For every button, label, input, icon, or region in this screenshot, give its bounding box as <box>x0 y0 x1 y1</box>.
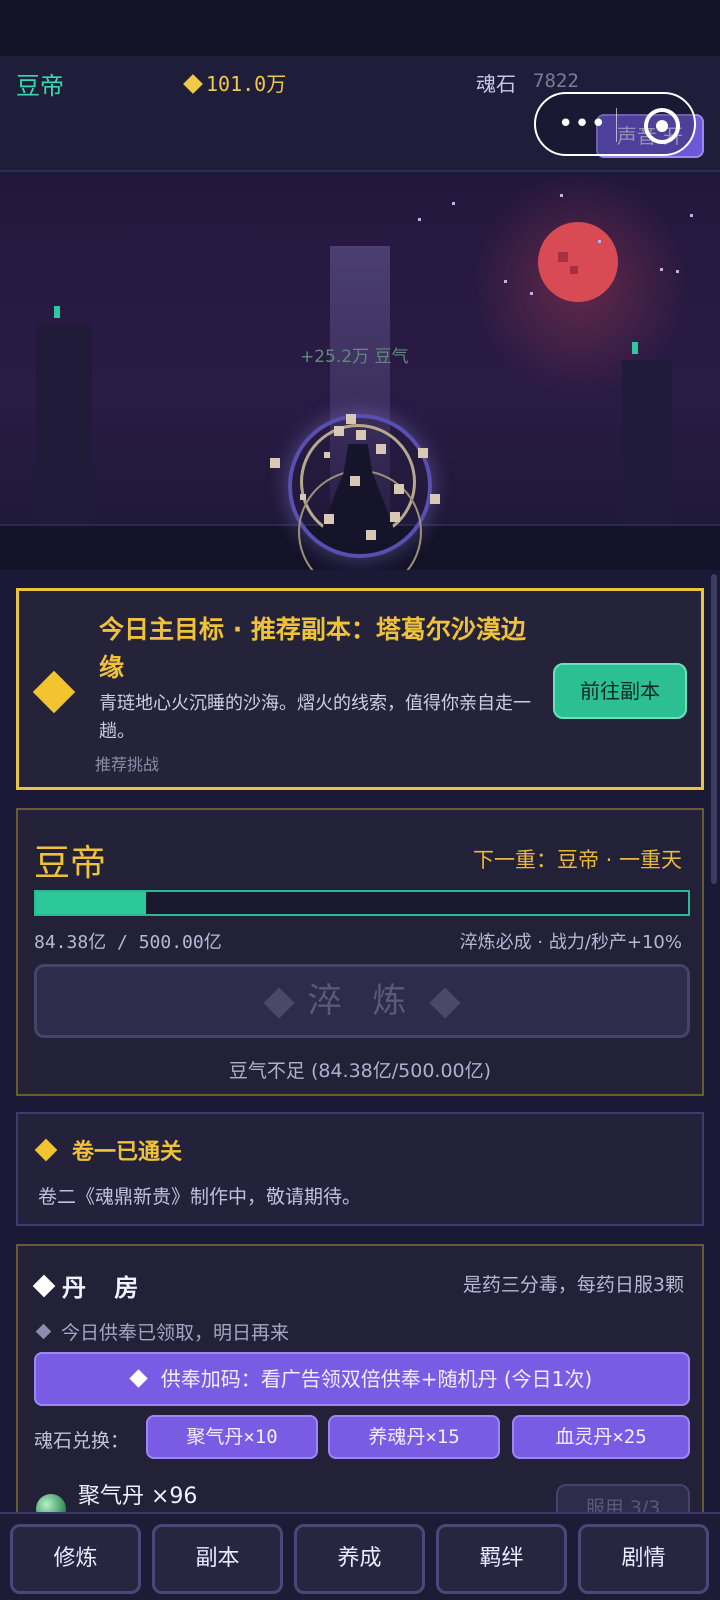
cultivator-avatar[interactable] <box>270 394 450 570</box>
quest-hint: 推荐挑战 <box>95 755 160 774</box>
realm-card: 豆帝 下一重：豆帝 · 一重天 84.38亿 / 500.00亿 淬炼必成 · … <box>16 808 704 1096</box>
soul-stone-value: 7822 <box>533 70 579 92</box>
realm-name: 豆帝 <box>34 843 107 884</box>
status-bar <box>0 0 720 56</box>
volume-title: 卷一已通关 <box>72 1140 183 1165</box>
quest-description: 青琏地心火沉睡的沙海。熠火的线索，值得你亲自走一趟。 <box>99 693 531 742</box>
nav-dungeon[interactable]: 副本 <box>152 1524 283 1594</box>
alchemy-title: 丹 房 <box>32 1268 149 1303</box>
nav-develop[interactable]: 养成 <box>294 1524 425 1594</box>
left-tower <box>36 306 92 524</box>
realm-progress-bar <box>34 890 690 916</box>
beans-value: 101.0万 <box>206 72 287 96</box>
soul-stone-label: 魂石 <box>476 72 516 96</box>
volume-description: 卷二《魂鼎新贵》制作中，敬请期待。 <box>38 1186 362 1208</box>
pill-name: 聚气丹 ×96 <box>78 1484 198 1509</box>
offering-status-text: 今日供奉已领取，明日再来 <box>61 1322 290 1344</box>
refine-button[interactable]: 淬 炼 <box>34 964 690 1038</box>
refine-right-diamond-icon <box>429 986 461 1019</box>
realm-progress-fill <box>36 892 147 914</box>
alchemy-room-card: 丹 房 是药三分毒，每药日服3颗 今日供奉已领取，明日再来 供奉加码：看广告领双… <box>16 1244 704 1532</box>
exchange-label: 魂石兑换： <box>34 1430 130 1452</box>
volume-cleared-card: 卷一已通关 卷二《魂鼎新贵》制作中，敬请期待。 <box>16 1112 704 1226</box>
quest-title: 今日主目标 · 推荐副本：塔葛尔沙漠边缘 <box>99 615 526 682</box>
quest-diamond-icon <box>32 670 76 714</box>
realm-bonus-text: 淬炼必成 · 战力/秒产+10% <box>459 932 682 953</box>
more-icon[interactable]: ••• <box>558 111 607 137</box>
offering-status: 今日供奉已领取，明日再来 <box>35 1318 290 1345</box>
beans-counter: 101.0万 <box>183 68 287 97</box>
mini-program-capsule[interactable]: ••• <box>534 92 696 156</box>
alchemy-diamond-icon <box>32 1274 56 1298</box>
status-diamond-icon <box>35 1323 52 1340</box>
ad-bonus-button[interactable]: 供奉加码：看广告领双倍供奉+随机丹 (今日1次) <box>34 1352 690 1406</box>
close-target-icon[interactable] <box>644 108 680 144</box>
capsule-divider <box>616 108 617 142</box>
insufficient-text: 豆气不足 (84.38亿/500.00亿) <box>228 1060 492 1082</box>
gain-text: +25.2万 豆气 <box>300 347 409 367</box>
ad-diamond-icon <box>129 1369 148 1388</box>
volume-diamond-icon <box>34 1138 58 1162</box>
scrollbar[interactable] <box>711 574 717 884</box>
refine-left-diamond-icon <box>263 986 295 1019</box>
go-dungeon-button[interactable]: 前往副本 <box>553 663 687 719</box>
player-name: 豆帝 <box>16 72 64 100</box>
nav-bond[interactable]: 羁绊 <box>436 1524 567 1594</box>
alchemy-tip: 是药三分毒，每药日服3颗 <box>462 1274 684 1296</box>
bottom-nav: 修炼 副本 养成 羁绊 剧情 <box>0 1512 720 1600</box>
exchange-button-xueling[interactable]: 血灵丹×25 <box>512 1415 690 1459</box>
refine-button-label: 淬 炼 <box>307 981 417 1021</box>
right-tower <box>622 342 672 530</box>
exchange-button-juqi[interactable]: 聚气丹×10 <box>146 1415 318 1459</box>
nav-story[interactable]: 剧情 <box>578 1524 709 1594</box>
daily-quest-card: 今日主目标 · 推荐副本：塔葛尔沙漠边缘 青琏地心火沉睡的沙海。熠火的线索，值得… <box>16 588 704 790</box>
alchemy-title-text: 丹 房 <box>62 1274 149 1302</box>
next-realm-label: 下一重：豆帝 · 一重天 <box>472 848 682 872</box>
ad-bonus-label: 供奉加码：看广告领双倍供奉+随机丹 (今日1次) <box>160 1367 593 1391</box>
blood-moon <box>538 222 618 302</box>
diamond-icon <box>183 74 203 94</box>
nav-cultivate[interactable]: 修炼 <box>10 1524 141 1594</box>
cultivation-scene: +25.2万 豆气 <box>0 174 720 570</box>
realm-progress-text: 84.38亿 / 500.00亿 <box>34 932 222 953</box>
exchange-button-yanghun[interactable]: 养魂丹×15 <box>328 1415 500 1459</box>
